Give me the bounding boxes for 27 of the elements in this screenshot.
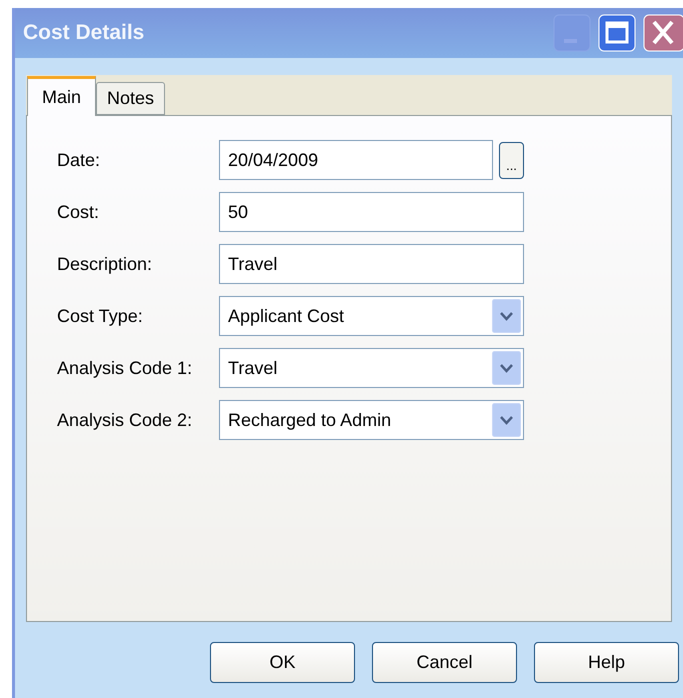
chevron-down-icon[interactable]	[492, 351, 521, 385]
dropdown-value: Recharged to Admin	[228, 408, 392, 432]
maximize-icon[interactable]	[598, 14, 636, 52]
date-field[interactable]: 20/04/2009	[219, 140, 493, 180]
dropdown-field[interactable]: Recharged to Admin	[219, 400, 524, 440]
close-icon[interactable]	[643, 14, 683, 52]
dialog-button[interactable]: Cancel	[372, 642, 517, 683]
dropdown-field[interactable]: Applicant Cost	[219, 296, 524, 336]
field-label: Analysis Code 1:	[57, 356, 194, 380]
chevron-down-icon[interactable]	[492, 299, 521, 333]
field-label: Analysis Code 2:	[57, 408, 194, 432]
dropdown-value: Applicant Cost	[228, 304, 344, 328]
text-field[interactable]: 50	[219, 192, 524, 232]
field-label: Cost:	[57, 200, 100, 224]
dropdown-field[interactable]: Travel	[219, 348, 524, 388]
tab[interactable]: Notes	[96, 82, 166, 115]
window-title: Cost Details	[23, 20, 144, 46]
dialog-button[interactable]: OK	[210, 642, 355, 683]
dropdown-value: Travel	[228, 356, 278, 380]
field-label: Cost Type:	[57, 304, 144, 328]
field-label: Date:	[57, 148, 102, 172]
date-picker-button[interactable]: ...	[499, 142, 524, 178]
field-label: Description:	[57, 252, 154, 276]
dialog-button[interactable]: Help	[534, 642, 679, 683]
tab[interactable]: Main	[27, 76, 96, 116]
chevron-down-icon[interactable]	[492, 403, 521, 437]
text-field[interactable]: Travel	[219, 244, 524, 284]
